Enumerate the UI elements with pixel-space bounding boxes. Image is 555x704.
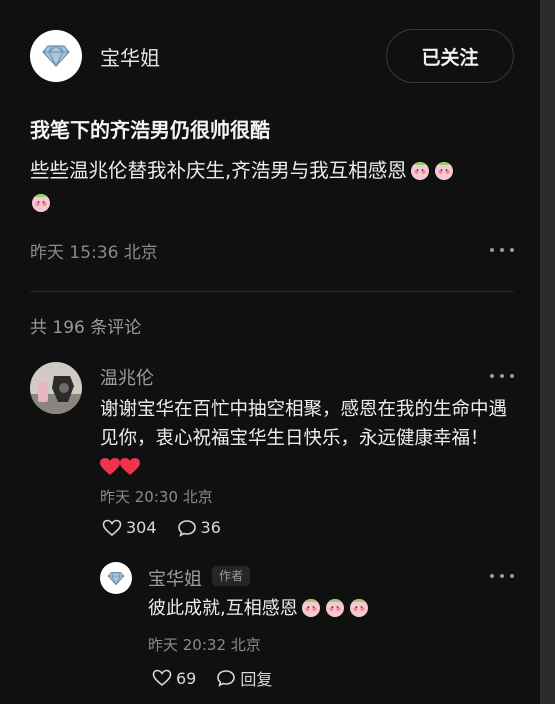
post-detail-panel: 宝华姐 已关注 我笔下的齐浩男仍很帅很酷 些些温兆伦替我补庆生,齐浩男与我互相感… [0, 0, 541, 704]
heart-outline-icon [102, 519, 122, 536]
post-title: 我笔下的齐浩男仍很帅很酷 [30, 118, 270, 142]
diamond-icon [107, 571, 125, 585]
reply-text-content: 彼此成就,互相感恩 [148, 598, 298, 619]
post-timestamp: 昨天 15:36 北京 [30, 243, 158, 263]
comment-text: 谢谢宝华在百忙中抽空相聚，感恩在我的生命中遇见你，衷心祝福宝华生日快乐，永远健康… [100, 395, 510, 482]
reply-count-button[interactable]: 36 [177, 518, 221, 537]
peach-face-emoji [434, 162, 453, 180]
peach-face-emoji [410, 162, 429, 180]
reply-button[interactable]: 回复 [216, 666, 272, 690]
reply-like-count: 69 [176, 668, 197, 688]
like-count: 304 [126, 518, 157, 537]
reply-count: 36 [200, 518, 221, 537]
reply-actions: 69 回复 [152, 666, 292, 690]
photo-avatar-image [30, 362, 82, 414]
comment-text-content: 谢谢宝华在百忙中抽空相聚，感恩在我的生命中遇见你，衷心祝福宝华生日快乐，永远健康… [100, 399, 508, 449]
comment-bubble-icon [217, 670, 236, 687]
comment-count: 共 196 条评论 [30, 318, 142, 338]
red-heart-emoji [100, 458, 120, 475]
reply-text: 彼此成就,互相感恩 [148, 596, 370, 622]
author-avatar[interactable] [30, 30, 82, 82]
reply-button-label: 回复 [240, 670, 273, 689]
comment-actions: 304 36 [102, 518, 241, 537]
peach-face-emoji [325, 599, 344, 617]
commenter-name[interactable]: 温兆伦 [100, 364, 154, 390]
reply-author-avatar[interactable] [100, 562, 132, 594]
diamond-icon [42, 45, 70, 68]
follow-button[interactable]: 已关注 [386, 29, 514, 83]
commenter-avatar[interactable] [30, 362, 82, 414]
page-scrollbar-track[interactable] [541, 0, 555, 704]
reply-more-icon[interactable] [490, 568, 514, 584]
post-body: 些些温兆伦替我补庆生,齐浩男与我互相感恩 [30, 155, 510, 219]
post-more-icon[interactable] [490, 242, 514, 258]
author-badge: 作者 [212, 566, 251, 586]
red-heart-emoji [120, 458, 140, 475]
peach-face-emoji [349, 599, 368, 617]
like-button[interactable]: 304 [102, 518, 157, 537]
reply-author-name[interactable]: 宝华姐 [148, 565, 202, 591]
comment-timestamp: 昨天 20:30 北京 [100, 488, 213, 506]
author-name[interactable]: 宝华姐 [100, 42, 160, 71]
divider [30, 291, 514, 292]
post-body-text: 些些温兆伦替我补庆生,齐浩男与我互相感恩 [30, 159, 407, 182]
reply-like-button[interactable]: 69 [152, 669, 196, 688]
heart-outline-icon [152, 669, 172, 687]
reply-timestamp: 昨天 20:32 北京 [148, 636, 261, 654]
comment-bubble-icon [177, 519, 196, 537]
peach-face-emoji [301, 599, 320, 617]
peach-face-emoji [32, 194, 50, 212]
comment-more-icon[interactable] [490, 368, 514, 384]
